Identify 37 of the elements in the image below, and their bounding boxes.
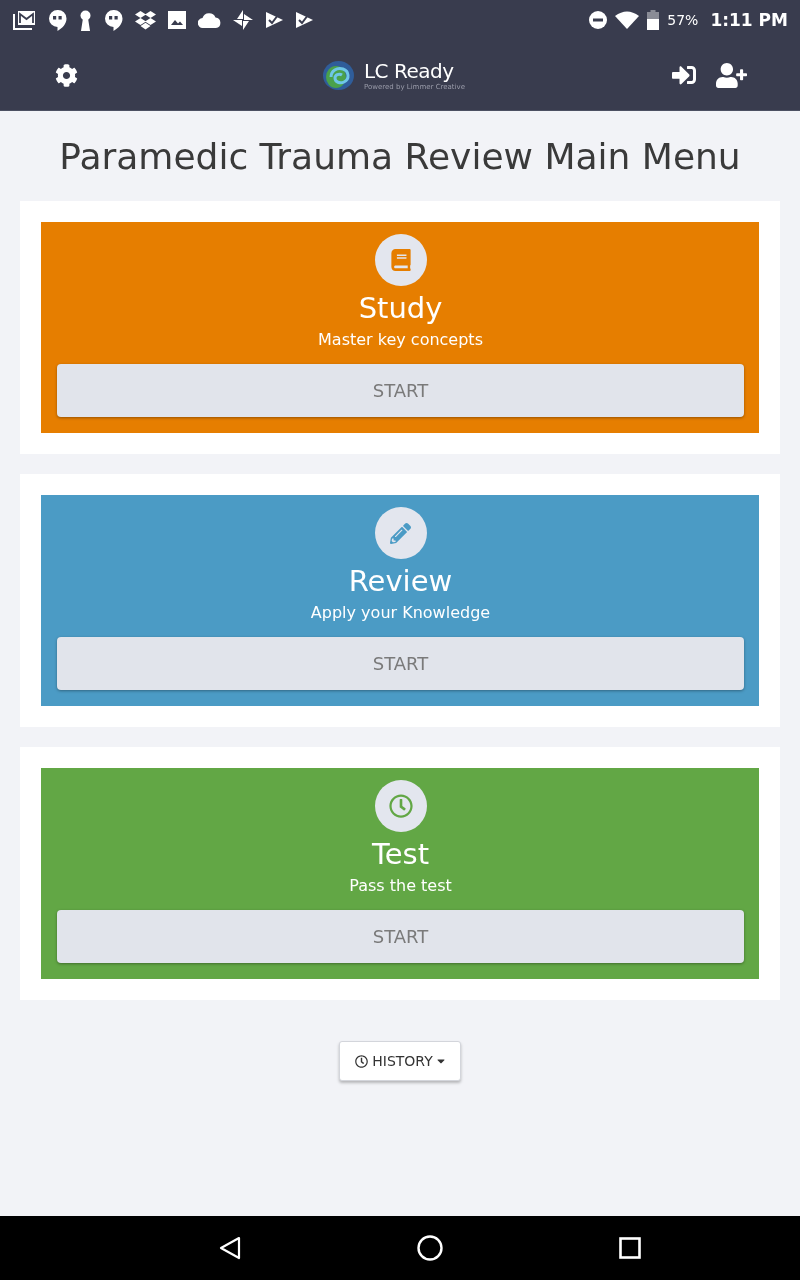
image-icon <box>168 11 186 29</box>
quote-bubble-icon <box>104 9 123 31</box>
wifi-icon <box>615 11 640 29</box>
check-flag-icon <box>295 11 313 29</box>
settings-icon[interactable] <box>55 63 78 87</box>
battery-percent: 57% <box>667 12 699 28</box>
recents-icon[interactable] <box>619 1237 641 1259</box>
clock-icon <box>355 1054 369 1068</box>
minus-circle-icon <box>589 11 608 29</box>
diamonds-icon <box>135 10 156 30</box>
start-button[interactable]: START <box>57 637 744 690</box>
mode-title: Study <box>358 290 443 327</box>
sign-in-icon[interactable] <box>672 63 696 87</box>
home-icon[interactable] <box>417 1235 443 1261</box>
page-title: Paramedic Trauma Review Main Menu <box>58 135 742 179</box>
history-button[interactable]: HISTORY <box>339 1041 461 1081</box>
mode-subtitle: Master key concepts <box>318 329 483 351</box>
book-icon <box>374 234 427 286</box>
keyhole-icon <box>79 9 92 31</box>
clock-icon <box>374 780 427 832</box>
check-flag-icon <box>265 11 283 29</box>
pinwheel-icon <box>233 10 253 30</box>
mode-title: Test <box>371 836 430 873</box>
swirl-logo-icon <box>322 60 354 90</box>
mail-icon <box>13 10 36 30</box>
pencil-icon <box>374 507 427 559</box>
mode-title: Review <box>348 563 453 600</box>
back-icon[interactable] <box>219 1236 241 1260</box>
cloud-icon <box>198 12 221 28</box>
logo-name: LC Ready <box>363 58 454 83</box>
start-button[interactable]: START <box>57 364 744 417</box>
clock-time: 1:11 PM <box>710 10 788 30</box>
start-button[interactable]: START <box>57 910 744 963</box>
mode-subtitle: Pass the test <box>349 875 452 897</box>
quote-bubble-icon <box>48 9 67 31</box>
battery-icon <box>647 10 660 30</box>
mode-subtitle: Apply your Knowledge <box>310 602 491 624</box>
